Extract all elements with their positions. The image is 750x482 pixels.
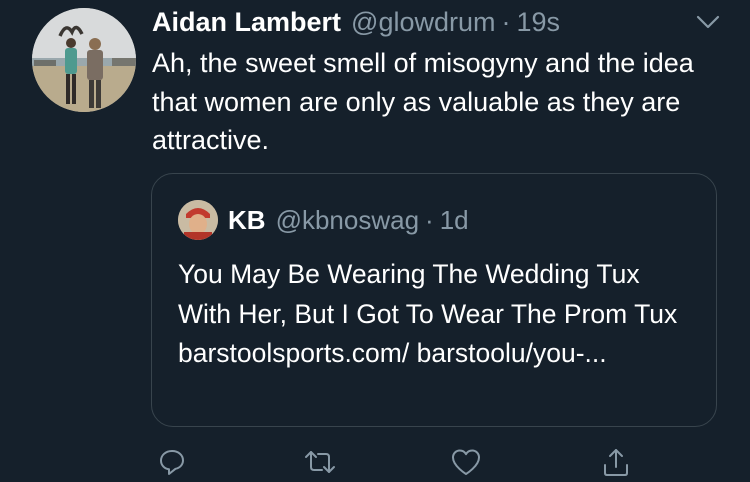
share-icon [604,449,628,476]
reply-button[interactable] [152,444,192,480]
quoted-tweet[interactable]: KB @kbnoswag · 1d You May Be Wearing The… [151,173,717,427]
reply-icon [160,450,184,475]
heart-icon [452,449,480,475]
more-options-button[interactable] [694,10,722,34]
separator-dot: · [501,7,511,37]
quoted-tweet-text: You May Be Wearing The Wedding Tux With … [178,259,678,368]
quoted-separator-dot: · [425,205,434,235]
tweet-text: Ah, the sweet smell of misogyny and the … [152,48,694,155]
author-handle[interactable]: @glowdrum [351,4,495,40]
quoted-avatar-photo [178,200,218,240]
tweet-header: Aidan Lambert @glowdrum · 19s [152,4,560,40]
share-button[interactable] [596,444,636,480]
retweet-button[interactable] [300,444,340,480]
tweet: Aidan Lambert @glowdrum · 19s Ah, the sw… [0,0,750,482]
chevron-down-icon [696,15,720,29]
quoted-tweet-header: KB @kbnoswag · 1d [228,202,469,238]
quoted-author-handle[interactable]: @kbnoswag [276,202,419,238]
author-name[interactable]: Aidan Lambert [152,4,341,40]
retweet-icon [305,451,335,473]
timestamp[interactable]: 19s [516,4,560,40]
like-button[interactable] [446,444,486,480]
quoted-author-avatar[interactable] [178,200,218,240]
author-avatar[interactable] [32,8,136,112]
quoted-timestamp[interactable]: 1d [440,202,469,238]
quoted-author-name[interactable]: KB [228,202,266,238]
avatar-photo [32,8,136,112]
